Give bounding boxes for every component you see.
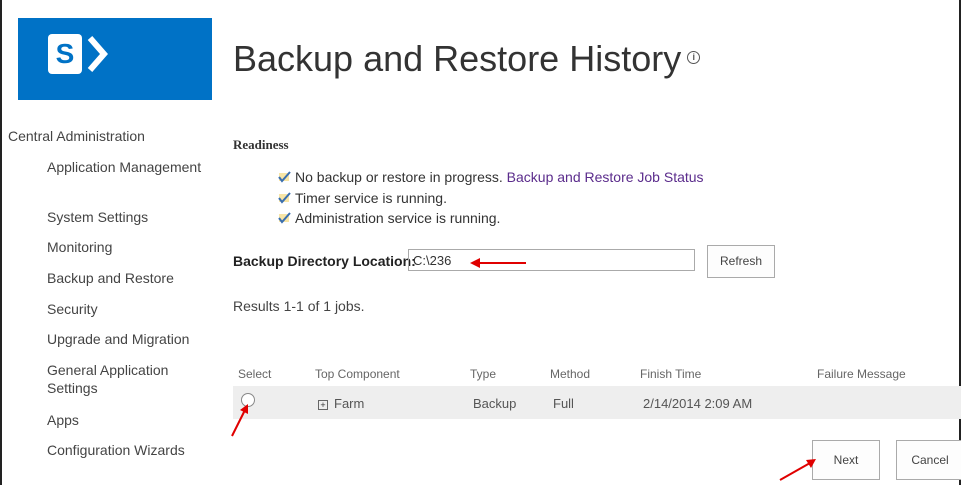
expand-plus-icon[interactable]: + — [318, 400, 328, 410]
backup-restore-job-status-link[interactable]: Backup and Restore Job Status — [507, 169, 704, 185]
check-icon — [278, 212, 291, 224]
column-header-top-component: Top Component — [315, 367, 400, 381]
sharepoint-arrow-icon — [87, 36, 108, 72]
column-header-select: Select — [238, 367, 272, 381]
nav-central-administration[interactable]: Central Administration — [8, 128, 145, 144]
check-icon — [278, 171, 291, 183]
status-text-progress: No backup or restore in progress. — [295, 169, 503, 185]
readiness-heading: Readiness — [233, 137, 289, 152]
page-title-text: Backup and Restore History — [233, 38, 682, 79]
annotation-arrow-next — [779, 459, 816, 481]
annotation-arrow-location — [470, 258, 526, 268]
page-title: Backup and Restore History i — [233, 38, 701, 80]
check-icon — [278, 192, 291, 204]
nav-item-configuration-wizards[interactable]: Configuration Wizards — [47, 441, 207, 459]
next-button[interactable]: Next — [812, 440, 880, 480]
column-header-method: Method — [550, 367, 591, 381]
window-border-left — [0, 0, 2, 485]
status-line-admin: Administration service is running. — [277, 210, 500, 226]
cell-finish-time: 2/14/2014 2:09 AM — [643, 396, 753, 411]
nav-item-application-management[interactable]: Application Management — [47, 158, 207, 176]
column-header-failure-message: Failure Message — [817, 367, 906, 381]
column-header-finish-time: Finish Time — [640, 367, 702, 381]
status-line-timer: Timer service is running. — [277, 190, 447, 206]
nav-item-general-application-settings[interactable]: General Application Settings — [47, 361, 207, 397]
sharepoint-logo-icon[interactable]: S — [18, 18, 212, 100]
info-icon[interactable]: i — [687, 50, 701, 64]
annotation-arrow-radio — [231, 404, 248, 437]
status-line-progress: No backup or restore in progress. Backup… — [277, 169, 704, 185]
results-summary: Results 1-1 of 1 jobs. — [233, 298, 365, 314]
cell-component-text: Farm — [334, 396, 365, 411]
nav-item-monitoring[interactable]: Monitoring — [47, 238, 207, 256]
cell-method: Full — [553, 396, 574, 411]
refresh-button[interactable]: Refresh — [707, 245, 775, 278]
cancel-button[interactable]: Cancel — [896, 440, 961, 480]
status-text-admin: Administration service is running. — [295, 210, 501, 226]
sharepoint-s-icon: S — [48, 34, 82, 74]
backup-directory-label: Backup Directory Location: — [233, 253, 416, 269]
cell-type: Backup — [473, 396, 517, 411]
nav-item-apps[interactable]: Apps — [47, 411, 207, 429]
column-header-type: Type — [470, 367, 497, 381]
nav-item-security[interactable]: Security — [47, 300, 207, 318]
status-text-timer: Timer service is running. — [295, 190, 447, 206]
cell-top-component[interactable]: + Farm — [318, 396, 364, 411]
nav-item-system-settings[interactable]: System Settings — [47, 208, 207, 226]
nav-item-backup-and-restore[interactable]: Backup and Restore — [47, 269, 207, 287]
nav-item-upgrade-and-migration[interactable]: Upgrade and Migration — [47, 330, 207, 348]
backup-directory-input[interactable]: C:\236 — [408, 249, 695, 271]
